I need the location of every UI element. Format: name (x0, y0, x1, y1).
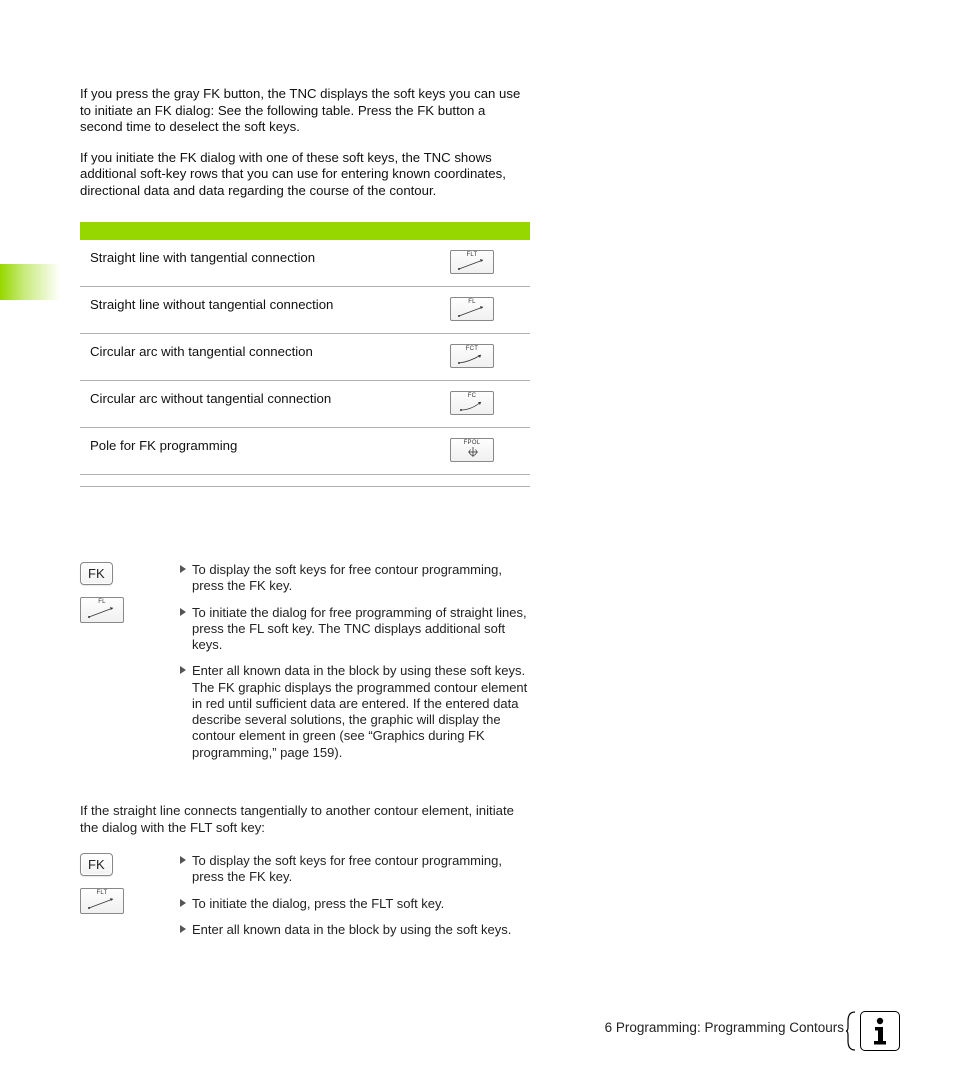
procedure-keys-column: FK FL (80, 562, 170, 623)
step-text: To initiate the dialog, press the FLT so… (192, 896, 444, 911)
row-key-cell: FLT (450, 250, 520, 274)
softkey-fl[interactable]: FL (80, 597, 124, 623)
softkey-fl[interactable]: FL (450, 297, 494, 321)
softkey-fpol[interactable]: FPOL (450, 438, 494, 462)
procedure-block-2: If the straight line connects tangential… (80, 853, 530, 948)
side-tab-accent (0, 264, 60, 300)
triangle-bullet-icon (180, 608, 186, 616)
procedure-steps-list: To display the soft keys for free contou… (180, 562, 530, 761)
arc-icon (453, 397, 493, 413)
procedure-keys-column: FK FLT (80, 853, 170, 914)
footer-chapter-title: 6 Programming: Programming Contours (605, 1020, 844, 1035)
table-row: Circular arc with tangential connection … (80, 334, 530, 381)
row-label: Pole for FK programming (90, 438, 450, 454)
step-text: To display the soft keys for free contou… (192, 853, 502, 884)
pole-icon (453, 444, 493, 460)
row-key-cell: FL (450, 297, 520, 321)
softkey-fct[interactable]: FCT (450, 344, 494, 368)
softkey-fc[interactable]: FC (450, 391, 494, 415)
step-text: Enter all known data in the block by usi… (192, 663, 527, 759)
triangle-bullet-icon (180, 856, 186, 864)
table-row: Straight line without tangential connect… (80, 287, 530, 334)
table-row: Pole for FK programming FPOL (80, 428, 530, 475)
row-label: Straight line with tangential connection (90, 250, 450, 266)
triangle-bullet-icon (180, 925, 186, 933)
step-item: To display the soft keys for free contou… (180, 853, 530, 886)
step-item: Enter all known data in the block by usi… (180, 922, 530, 938)
paragraph-1: If you press the gray FK button, the TNC… (80, 86, 530, 136)
footer-bracket-icon (846, 1011, 856, 1051)
table-header-bar (80, 222, 530, 240)
softkey-flt[interactable]: FLT (450, 250, 494, 274)
row-label: Circular arc with tangential connection (90, 344, 450, 360)
line-tangent-icon (453, 256, 493, 272)
fk-key[interactable]: FK (80, 853, 113, 876)
step-text: To initiate the dialog for free programm… (192, 605, 527, 653)
line-icon (83, 603, 123, 621)
paragraph-2: If you initiate the FK dialog with one o… (80, 150, 530, 200)
triangle-bullet-icon (180, 565, 186, 573)
procedure-block-1: FK FL To display the soft keys for free … (80, 562, 530, 771)
intro-paragraph-2: If the straight line connects tangential… (80, 803, 530, 836)
line-icon (453, 303, 493, 319)
table-row: Straight line with tangential connection… (80, 240, 530, 287)
line-tangent-icon (83, 894, 123, 912)
procedure-steps-list: To display the soft keys for free contou… (180, 853, 530, 938)
step-item: To display the soft keys for free contou… (180, 562, 530, 595)
triangle-bullet-icon (180, 666, 186, 674)
row-key-cell: FPOL (450, 438, 520, 462)
row-key-cell: FCT (450, 344, 520, 368)
info-icon (860, 1011, 900, 1051)
step-text: To display the soft keys for free contou… (192, 562, 502, 593)
softkey-flt[interactable]: FLT (80, 888, 124, 914)
softkey-table: Straight line with tangential connection… (80, 240, 530, 487)
intro-text-block: If you press the gray FK button, the TNC… (80, 86, 530, 213)
table-row: Circular arc without tangential connecti… (80, 381, 530, 428)
arc-tangent-icon (453, 350, 493, 366)
row-label: Straight line without tangential connect… (90, 297, 450, 313)
step-item: To initiate the dialog for free programm… (180, 605, 530, 654)
row-key-cell: FC (450, 391, 520, 415)
step-text: Enter all known data in the block by usi… (192, 922, 511, 937)
row-label: Circular arc without tangential connecti… (90, 391, 450, 407)
triangle-bullet-icon (180, 899, 186, 907)
fk-key[interactable]: FK (80, 562, 113, 585)
page: If you press the gray FK button, the TNC… (0, 0, 954, 1091)
step-item: Enter all known data in the block by usi… (180, 663, 530, 761)
step-item: To initiate the dialog, press the FLT so… (180, 896, 530, 912)
